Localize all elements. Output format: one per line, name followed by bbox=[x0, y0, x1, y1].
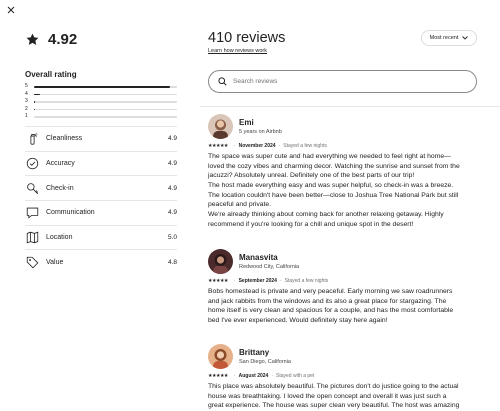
review-date: August 2024 bbox=[238, 373, 269, 379]
rating-bar-label: 4 bbox=[25, 90, 28, 97]
star-icon bbox=[25, 32, 40, 47]
map-icon bbox=[25, 231, 39, 245]
rating-bar-fill bbox=[34, 101, 36, 103]
category-label: Cleanliness bbox=[46, 135, 83, 143]
category-label: Check-in bbox=[46, 184, 74, 192]
review-stay-type: Stayed a few nights bbox=[283, 143, 327, 149]
chevron-down-icon bbox=[462, 36, 469, 40]
learn-how-reviews-work-link[interactable]: Learn how reviews work bbox=[208, 48, 267, 54]
rating-summary: 4.92 bbox=[25, 28, 177, 50]
overall-rating-title: Overall rating bbox=[25, 70, 77, 79]
rating-bar-track bbox=[34, 93, 177, 95]
rating-bar-row: 2 bbox=[25, 106, 177, 114]
reviewer-info: Redwood City, California bbox=[239, 264, 300, 270]
close-icon bbox=[7, 6, 15, 14]
rating-bar-label: 3 bbox=[25, 98, 28, 105]
review-stars: ★★★★★ bbox=[208, 373, 228, 379]
rating-bar-row: 5 bbox=[25, 83, 177, 91]
reviewer-name: Manasvita bbox=[239, 253, 278, 262]
check-circle-icon bbox=[25, 157, 39, 171]
rating-bar-row: 1 bbox=[25, 113, 177, 121]
rating-bar-label: 5 bbox=[25, 83, 28, 90]
category-ratings: Cleanliness 4.9 Accuracy 4.9 Check-in 4.9 Comm… bbox=[25, 126, 177, 274]
rating-bar-track bbox=[34, 116, 177, 118]
review-text: This place was absolutely beautiful. The… bbox=[208, 383, 460, 410]
sort-label: Most recent bbox=[429, 35, 459, 41]
search-icon bbox=[218, 77, 227, 86]
category-rating-check-in: Check-in 4.9 bbox=[25, 175, 177, 200]
search-reviews-field[interactable] bbox=[208, 70, 477, 93]
price-tag-icon bbox=[25, 255, 39, 269]
rating-bar-fill bbox=[34, 108, 35, 110]
avatar[interactable] bbox=[208, 114, 233, 139]
category-label: Value bbox=[46, 258, 64, 266]
review-text: The space was super cute and had everyth… bbox=[208, 153, 460, 228]
category-value: 4.9 bbox=[167, 160, 177, 168]
review-stay-type: Stayed with a pet bbox=[276, 373, 315, 379]
rating-bar-row: 4 bbox=[25, 91, 177, 99]
category-value: 5.0 bbox=[167, 234, 177, 242]
category-rating-value: Value 4.8 bbox=[25, 249, 177, 274]
message-bubble-icon bbox=[25, 206, 39, 220]
review-date: November 2024 bbox=[238, 143, 276, 149]
overall-score: 4.92 bbox=[25, 28, 177, 50]
rating-bar-track bbox=[34, 108, 177, 110]
sort-dropdown[interactable]: Most recent bbox=[421, 30, 477, 46]
category-rating-location: Location 5.0 bbox=[25, 224, 177, 250]
rating-distribution: 54321 bbox=[25, 83, 177, 121]
category-label: Communication bbox=[46, 209, 95, 217]
avatar[interactable] bbox=[208, 249, 233, 274]
spray-bottle-icon bbox=[25, 132, 39, 146]
review-date: September 2024 bbox=[238, 278, 277, 284]
rating-bar-row: 3 bbox=[25, 98, 177, 106]
category-rating-cleanliness: Cleanliness 4.9 bbox=[25, 126, 177, 151]
review-stay-type: Stayed a few nights bbox=[284, 278, 329, 284]
reviewer-name: Emi bbox=[239, 118, 254, 127]
category-rating-accuracy: Accuracy 4.9 bbox=[25, 150, 177, 176]
review-stars: ★★★★★ bbox=[208, 278, 228, 284]
review-item: Brittany San Diego, California ★★★★★ · A… bbox=[208, 344, 483, 411]
close-button[interactable] bbox=[4, 3, 18, 17]
rating-bar-fill bbox=[34, 93, 40, 95]
reviews-count: 410 reviews bbox=[208, 30, 286, 46]
rating-bar-fill bbox=[34, 86, 170, 88]
review-item: Manasvita Redwood City, California ★★★★★… bbox=[208, 249, 483, 326]
score-value: 4.92 bbox=[48, 30, 78, 48]
reviewer-info: San Diego, California bbox=[239, 359, 291, 365]
reviewer-info: 5 years on Airbnb bbox=[239, 129, 282, 135]
category-value: 4.9 bbox=[167, 135, 177, 143]
category-value: 4.9 bbox=[167, 184, 177, 192]
avatar[interactable] bbox=[208, 344, 233, 369]
category-label: Accuracy bbox=[46, 160, 75, 168]
rating-bar-label: 1 bbox=[25, 113, 28, 120]
reviews-divider bbox=[200, 106, 500, 107]
search-reviews-input[interactable] bbox=[233, 78, 476, 85]
category-label: Location bbox=[46, 234, 73, 242]
review-text: Bobs homestead is private and very peace… bbox=[208, 288, 454, 324]
reviewer-name: Brittany bbox=[239, 348, 270, 357]
rating-bar-label: 2 bbox=[25, 105, 28, 112]
category-rating-communication: Communication 4.9 bbox=[25, 200, 177, 225]
rating-bar-track bbox=[34, 101, 177, 103]
rating-bar-track bbox=[34, 86, 177, 88]
category-value: 4.8 bbox=[167, 258, 177, 266]
review-item: Emi 5 years on Airbnb ★★★★★ · November 2… bbox=[208, 114, 483, 229]
review-stars: ★★★★★ bbox=[208, 143, 228, 149]
category-value: 4.9 bbox=[167, 209, 177, 217]
key-icon bbox=[25, 181, 39, 195]
